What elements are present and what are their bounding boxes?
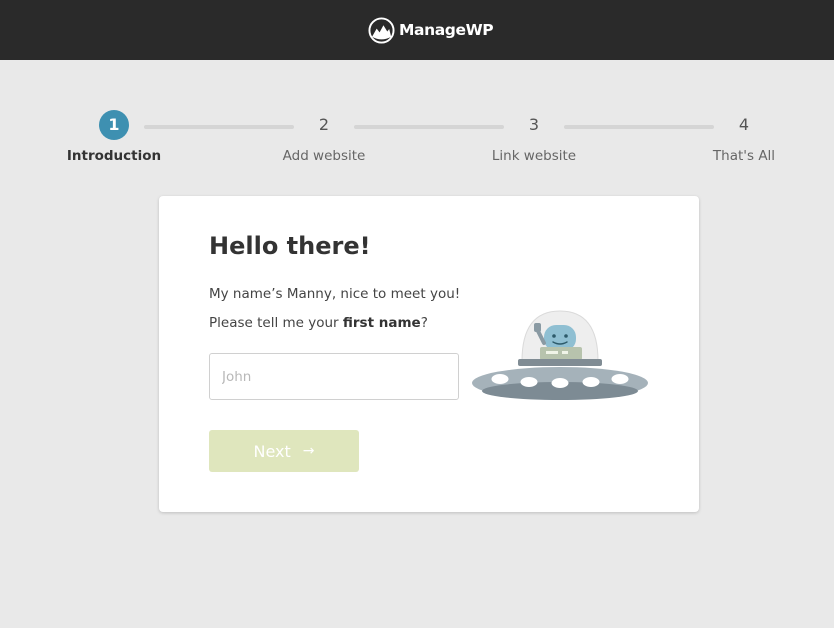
intro-card: Hello there! My name’s Manny, nice to me… bbox=[159, 196, 699, 512]
next-button-label: Next bbox=[253, 441, 291, 461]
step-4-number: 4 bbox=[738, 115, 750, 134]
next-button[interactable]: Next → bbox=[209, 430, 359, 472]
first-name-prompt: Please tell me your first name? bbox=[209, 315, 428, 331]
step-3-label: Link website bbox=[491, 148, 577, 164]
step-connector-3-4 bbox=[564, 125, 714, 129]
step-connector-2-3 bbox=[354, 125, 504, 129]
first-name-input[interactable] bbox=[209, 353, 459, 400]
arrow-right-icon: → bbox=[302, 443, 315, 459]
prompt-prefix: Please tell me your bbox=[209, 315, 343, 331]
step-1-label: Introduction bbox=[66, 148, 162, 164]
progress-stepper: 1 2 3 4 Introduction Add website Link we… bbox=[0, 0, 834, 180]
ufo-robot-illustration bbox=[472, 310, 648, 400]
greeting-text: My name’s Manny, nice to meet you! bbox=[209, 286, 461, 302]
prompt-bold: first name bbox=[342, 315, 421, 331]
card-title: Hello there! bbox=[209, 232, 371, 260]
step-2-label: Add website bbox=[282, 148, 366, 164]
step-2-number: 2 bbox=[318, 115, 330, 134]
step-3-number: 3 bbox=[528, 115, 540, 134]
step-1-number: 1 bbox=[99, 110, 129, 140]
step-connector-1-2 bbox=[144, 125, 294, 129]
prompt-suffix: ? bbox=[420, 315, 428, 331]
step-4-label: That's All bbox=[712, 148, 776, 164]
